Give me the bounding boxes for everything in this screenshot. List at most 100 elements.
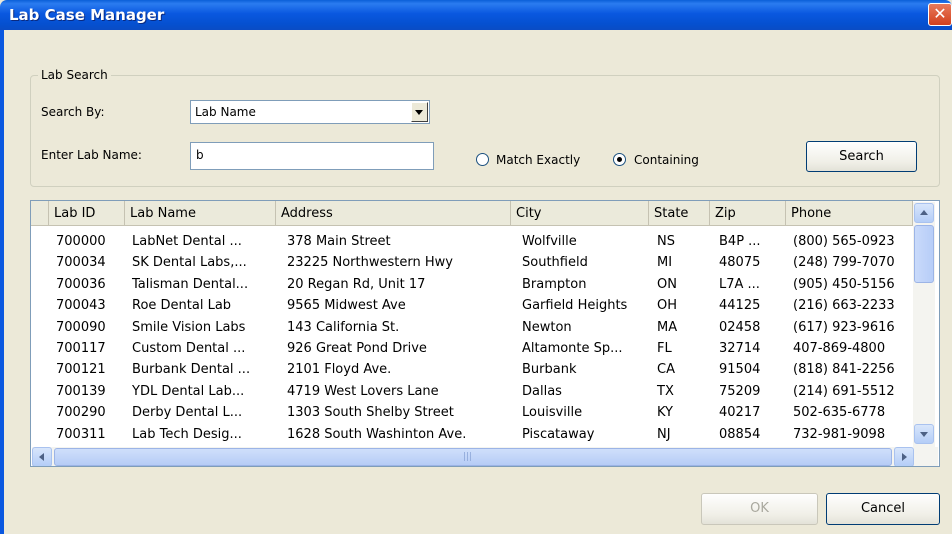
cell-lab-name: Derby Dental L... — [132, 405, 243, 421]
table-row[interactable]: 700036 Talisman Dental... 20 Regan Rd, Uni… — [31, 274, 911, 295]
column-header-lab-id[interactable]: Lab ID — [49, 201, 125, 226]
cell-lab-id: 700311 — [56, 426, 106, 442]
cell-address: 4719 West Lovers Lane — [287, 383, 439, 399]
scroll-right-arrow-icon[interactable] — [894, 447, 914, 466]
containing-label[interactable]: Containing — [634, 153, 699, 167]
cell-city: Garfield Heights — [522, 298, 628, 314]
cell-address: 1303 South Shelby Street — [287, 405, 454, 421]
column-header-address[interactable]: Address — [276, 201, 511, 226]
column-header-zip[interactable]: Zip — [710, 201, 786, 226]
cell-state: ON — [657, 276, 677, 292]
search-by-label: Search By: — [41, 105, 105, 119]
row-header-column — [31, 201, 49, 226]
cell-city: Wolfville — [522, 234, 577, 249]
cell-city: Piscataway — [522, 426, 595, 442]
cell-lab-id: 700121 — [56, 362, 106, 378]
column-header-lab-name[interactable]: Lab Name — [125, 201, 276, 226]
cell-lab-id: 700290 — [56, 405, 106, 421]
cell-state: MI — [657, 255, 673, 271]
cell-city: Southfield — [522, 255, 588, 271]
table-row[interactable]: 700117 Custom Dental ... 926 Great Pond Dr… — [31, 338, 911, 359]
cell-phone: (617) 923-9616 — [793, 319, 895, 335]
cell-lab-id: 700090 — [56, 319, 106, 335]
lab-search-group-label: Lab Search — [38, 68, 111, 82]
search-by-dropdown[interactable]: Lab Name — [190, 100, 430, 124]
close-button[interactable]: ✕ — [928, 3, 952, 26]
lab-name-input[interactable]: b — [190, 142, 434, 170]
table-row[interactable]: 700090 Smile Vision Labs 143 California St… — [31, 317, 911, 338]
horizontal-scrollbar[interactable]: ||| — [32, 447, 938, 466]
cell-phone: (248) 799-7070 — [793, 255, 895, 271]
cell-phone: 502-635-6778 — [793, 405, 886, 421]
column-header-city[interactable]: City — [511, 201, 649, 226]
cell-phone: (216) 663-2233 — [793, 298, 895, 314]
containing-radio[interactable] — [613, 153, 626, 166]
cell-state: NS — [657, 234, 675, 249]
table-row[interactable]: 700139 YDL Dental Lab... 4719 West Lovers … — [31, 381, 911, 402]
cell-address: 1628 South Washinton Ave. — [287, 426, 467, 442]
cell-phone: (818) 841-2256 — [793, 362, 895, 378]
table-row[interactable]: 700043 Roe Dental Lab 9565 Midwest Ave Garf… — [31, 295, 911, 316]
cell-city: Dallas — [522, 383, 562, 399]
scroll-left-arrow-icon[interactable] — [32, 447, 52, 466]
cell-lab-name: SK Dental Labs,... — [132, 255, 247, 271]
cell-city: Altamonte Sp... — [522, 341, 623, 356]
cell-lab-name: YDL Dental Lab... — [132, 383, 245, 399]
cell-state: NJ — [657, 426, 671, 442]
title-bar: Lab Case Manager ✕ — [0, 0, 952, 30]
cell-city: Burbank — [522, 362, 577, 378]
cell-address: 378 Main Street — [287, 234, 391, 249]
cell-phone: 732-981-9098 — [793, 426, 886, 442]
cell-lab-id: 700000 — [56, 234, 106, 249]
table-row[interactable]: 700121 Burbank Dental ... 2101 Floyd Ave. B… — [31, 359, 911, 380]
cell-lab-name: Burbank Dental ... — [132, 362, 251, 378]
match-exactly-label[interactable]: Match Exactly — [496, 153, 580, 167]
enter-lab-name-label: Enter Lab Name: — [41, 148, 142, 162]
table-row[interactable]: 700034 SK Dental Labs,... 23225 Northweste… — [31, 252, 911, 273]
cell-zip: 48075 — [719, 255, 761, 271]
cell-city: Louisville — [522, 405, 583, 421]
cell-state: OH — [657, 298, 678, 314]
chevron-down-icon[interactable] — [411, 102, 428, 122]
cell-lab-id: 700139 — [56, 383, 106, 399]
cell-lab-id: 700036 — [56, 276, 106, 292]
table-row[interactable]: 700311 Lab Tech Desig... 1628 South Washin… — [31, 424, 911, 445]
column-header-state[interactable]: State — [649, 201, 710, 226]
ok-button[interactable]: OK — [701, 493, 818, 525]
cell-address: 20 Regan Rd, Unit 17 — [287, 276, 426, 292]
cell-zip: 40217 — [719, 405, 761, 421]
cell-address: 23225 Northwestern Hwy — [287, 255, 453, 271]
lab-results-table[interactable]: Lab ID Lab Name Address City State Zip P… — [30, 200, 940, 467]
cell-address: 2101 Floyd Ave. — [287, 362, 392, 378]
cell-city: Newton — [522, 319, 572, 335]
cell-phone: 407-869-4800 — [793, 341, 886, 356]
cell-state: CA — [657, 362, 675, 378]
match-exactly-radio[interactable] — [476, 153, 489, 166]
cell-zip: 44125 — [719, 298, 761, 314]
cell-state: TX — [657, 383, 674, 399]
vertical-scrollbar[interactable] — [913, 202, 935, 447]
column-header-phone[interactable]: Phone — [786, 201, 913, 226]
cell-state: MA — [657, 319, 678, 335]
horizontal-scroll-thumb[interactable]: ||| — [54, 448, 892, 466]
cell-zip: 75209 — [719, 383, 761, 399]
cell-lab-name: Smile Vision Labs — [132, 319, 246, 335]
cell-zip: L7A ... — [719, 276, 760, 292]
cancel-button[interactable]: Cancel — [826, 493, 940, 525]
table-row[interactable]: 700290 Derby Dental L... 1303 South Shelby… — [31, 402, 911, 423]
cell-address: 926 Great Pond Drive — [287, 341, 427, 356]
cell-lab-name: Roe Dental Lab — [132, 298, 232, 314]
scroll-up-arrow-icon[interactable] — [914, 203, 934, 223]
cell-lab-name: Custom Dental ... — [132, 341, 246, 356]
cell-zip: B4P ... — [719, 234, 761, 249]
grip-icon: ||| — [463, 452, 473, 462]
cell-phone: (800) 565-0923 — [793, 234, 895, 249]
table-row[interactable]: 700000 LabNet Dental ... 378 Main Street Wo… — [31, 231, 911, 252]
cell-city: Brampton — [522, 276, 587, 292]
scroll-down-arrow-icon[interactable] — [914, 424, 934, 444]
search-button[interactable]: Search — [806, 141, 917, 172]
vertical-scroll-thumb[interactable] — [914, 225, 934, 283]
cell-zip: 02458 — [719, 319, 761, 335]
cell-zip: 08854 — [719, 426, 761, 442]
cell-lab-id: 700043 — [56, 298, 106, 314]
